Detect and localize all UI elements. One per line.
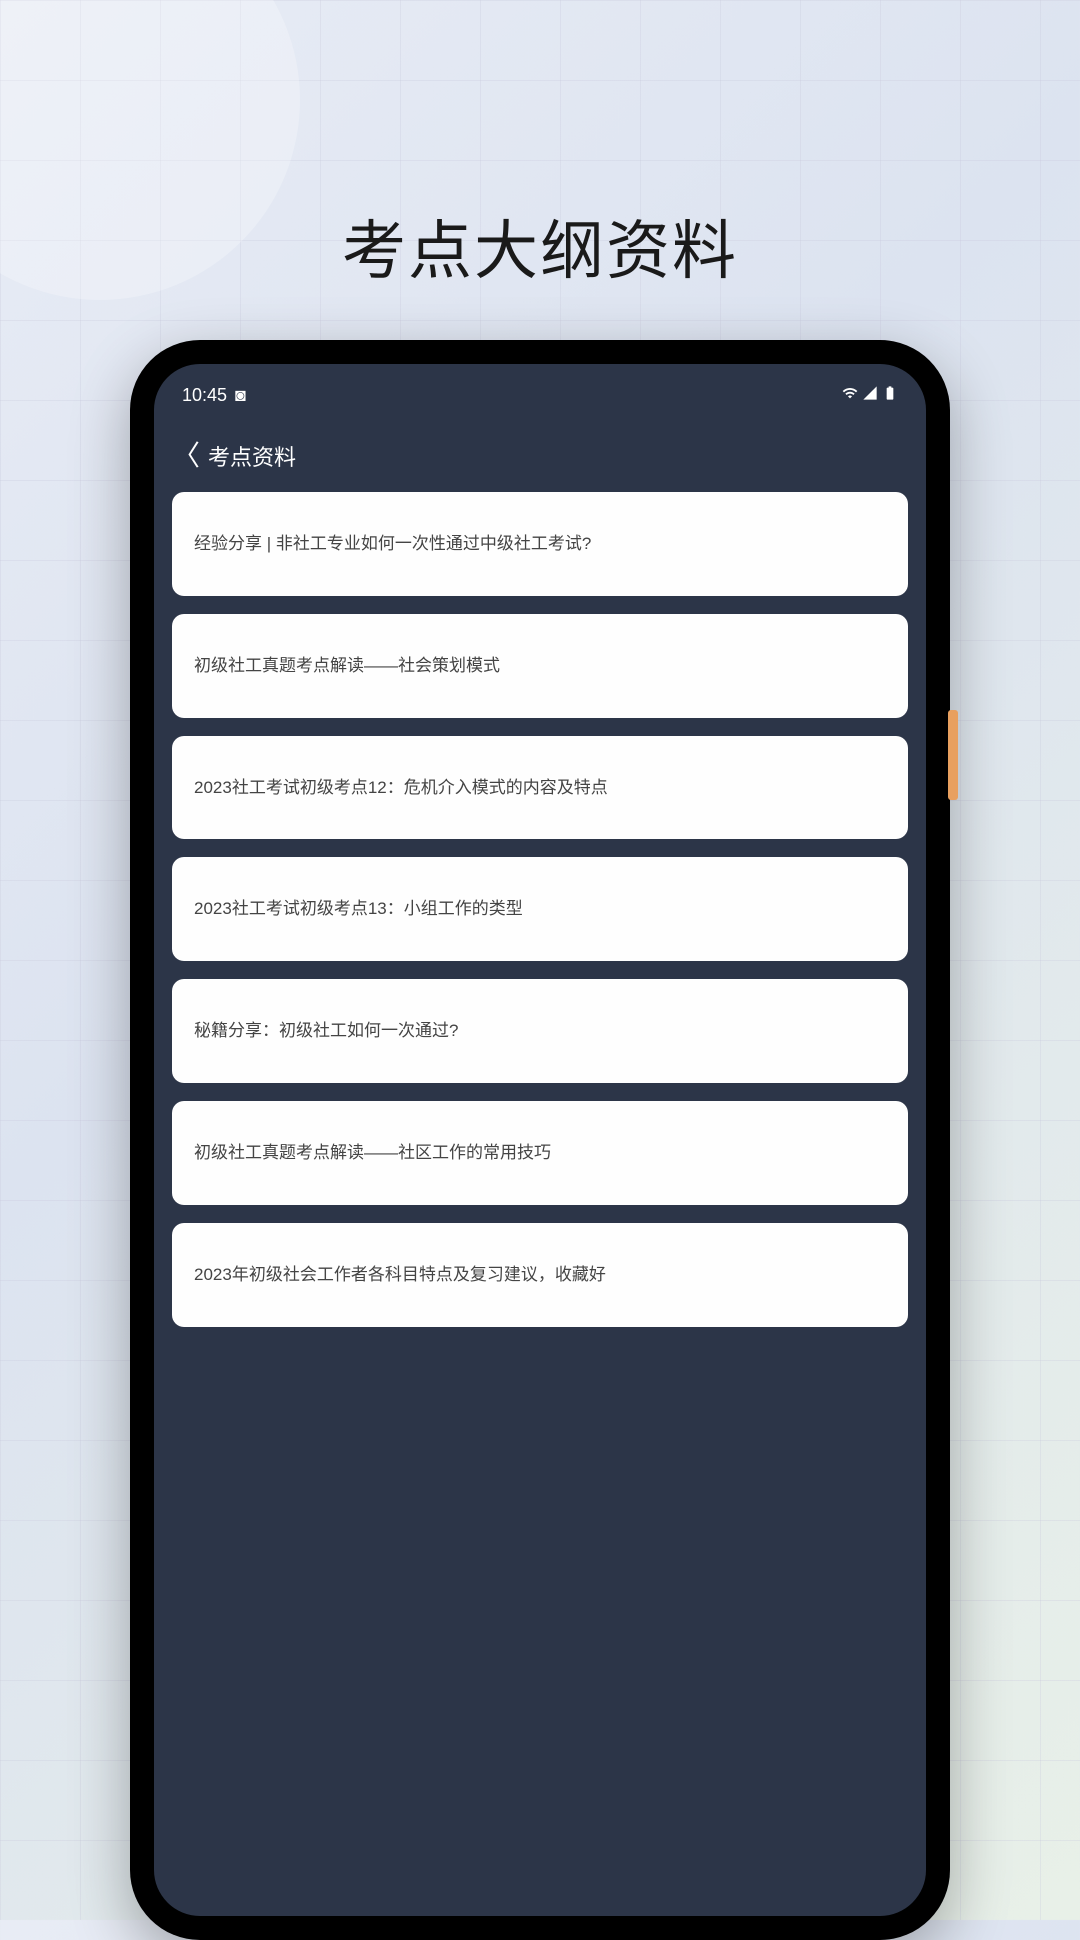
phone-screen: 10:45 ◙ 〈 考点资料 xyxy=(154,364,926,1916)
list-item[interactable]: 2023社工考试初级考点13：小组工作的类型 xyxy=(172,857,908,961)
status-time: 10:45 xyxy=(182,385,227,406)
list-item[interactable]: 2023年初级社会工作者各科目特点及复习建议，收藏好 xyxy=(172,1223,908,1327)
list-item[interactable]: 经验分享 | 非社工专业如何一次性通过中级社工考试? xyxy=(172,492,908,596)
list-item[interactable]: 初级社工真题考点解读——社会策划模式 xyxy=(172,614,908,718)
battery-icon xyxy=(882,385,898,406)
wifi-icon xyxy=(842,385,858,406)
phone-frame: 10:45 ◙ 〈 考点资料 xyxy=(130,340,950,1940)
back-arrow-icon[interactable]: 〈 xyxy=(172,442,200,470)
list-item[interactable]: 秘籍分享：初级社工如何一次通过? xyxy=(172,979,908,1083)
signal-icon xyxy=(862,385,878,406)
list-item[interactable]: 2023社工考试初级考点12：危机介入模式的内容及特点 xyxy=(172,736,908,840)
status-bar: 10:45 ◙ xyxy=(154,364,926,412)
app-header: 〈 考点资料 xyxy=(154,412,926,492)
list-item[interactable]: 初级社工真题考点解读——社区工作的常用技巧 xyxy=(172,1101,908,1205)
page-title: 考点资料 xyxy=(208,440,296,472)
phone-inner-frame: 10:45 ◙ 〈 考点资料 xyxy=(144,354,936,1926)
status-bar-right xyxy=(842,385,898,406)
phone-side-button xyxy=(948,710,958,800)
promo-title: 考点大纲资料 xyxy=(0,200,1080,292)
status-indicator-icon: ◙ xyxy=(235,385,246,406)
material-list: 经验分享 | 非社工专业如何一次性通过中级社工考试? 初级社工真题考点解读——社… xyxy=(154,492,926,1327)
status-bar-left: 10:45 ◙ xyxy=(182,385,246,406)
